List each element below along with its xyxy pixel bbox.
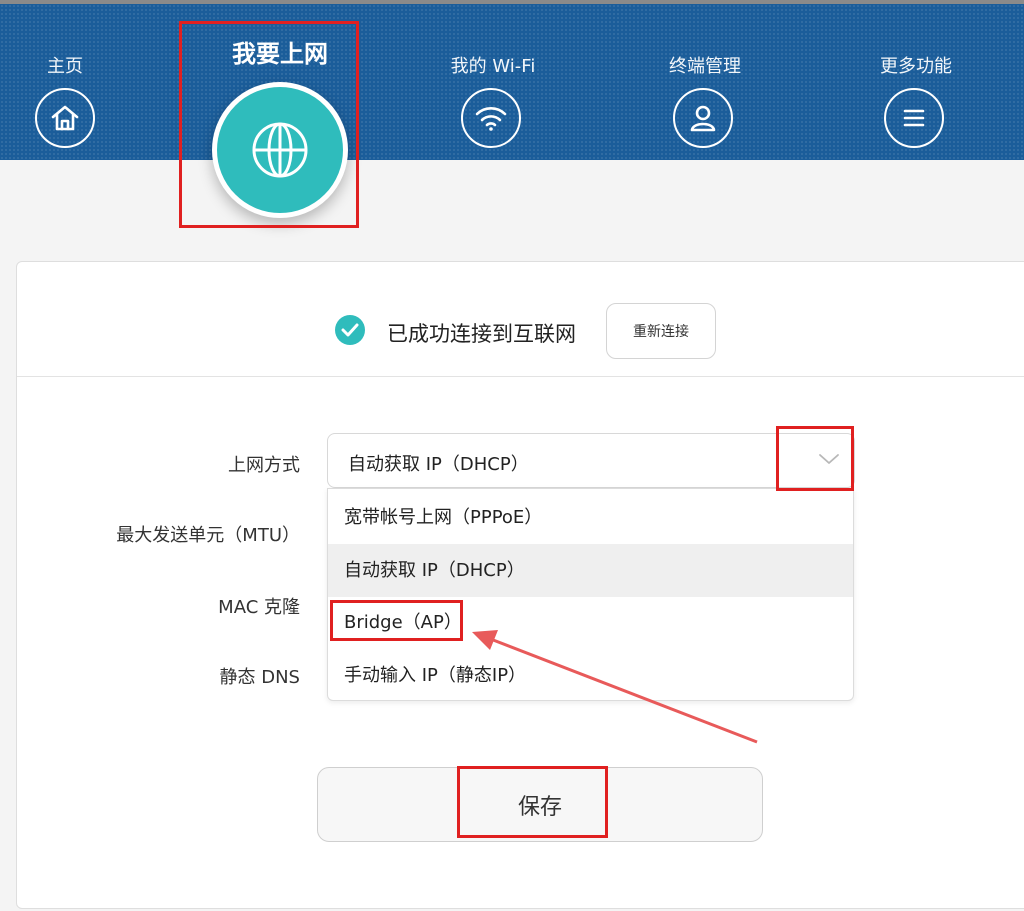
save-button[interactable]: 保存: [317, 767, 763, 842]
nav-home-label: 主页: [47, 56, 83, 77]
nav-item-internet[interactable]: 我要上网: [205, 34, 355, 74]
connection-mode-select[interactable]: 自动获取 IP（DHCP）: [327, 433, 855, 488]
connection-status-text: 已成功连接到互联网: [387, 322, 576, 346]
reconnect-button[interactable]: 重新连接: [606, 303, 716, 359]
mode-label: 上网方式: [228, 455, 300, 476]
nav-internet-label: 我要上网: [232, 40, 328, 68]
connection-status-row: 已成功连接到互联网 重新连接: [17, 262, 1024, 377]
connection-mode-options: 宽带帐号上网（PPPoE） 自动获取 IP（DHCP） Bridge（AP） 手…: [327, 488, 854, 701]
home-icon: [35, 88, 95, 148]
globe-icon[interactable]: [212, 82, 348, 218]
option-bridge[interactable]: Bridge（AP）: [328, 596, 853, 649]
nav-wifi-label: 我的 Wi-Fi: [450, 56, 536, 77]
nav-more-label: 更多功能: [880, 56, 952, 77]
wifi-icon: [461, 88, 521, 148]
nav-item-more[interactable]: 更多功能: [866, 52, 966, 152]
nav-devices-label: 终端管理: [669, 56, 741, 77]
option-pppoe[interactable]: 宽带帐号上网（PPPoE）: [328, 491, 853, 544]
settings-card: 已成功连接到互联网 重新连接 上网方式 最大发送单元（MTU） MAC 克隆 静…: [16, 261, 1024, 909]
mtu-label: 最大发送单元（MTU）: [116, 525, 300, 546]
user-icon: [673, 88, 733, 148]
chevron-down-icon[interactable]: [818, 452, 840, 466]
check-icon: [335, 315, 365, 345]
nav-item-devices[interactable]: 终端管理: [655, 52, 755, 152]
menu-icon: [884, 88, 944, 148]
nav-item-home[interactable]: 主页: [30, 52, 100, 152]
option-static-ip[interactable]: 手动输入 IP（静态IP）: [328, 649, 853, 700]
option-dhcp[interactable]: 自动获取 IP（DHCP）: [328, 544, 853, 597]
mac-clone-label: MAC 克隆: [218, 597, 300, 618]
nav-item-wifi[interactable]: 我的 Wi-Fi: [435, 52, 551, 152]
connection-mode-value: 自动获取 IP（DHCP）: [348, 454, 529, 475]
static-dns-label: 静态 DNS: [219, 667, 300, 688]
